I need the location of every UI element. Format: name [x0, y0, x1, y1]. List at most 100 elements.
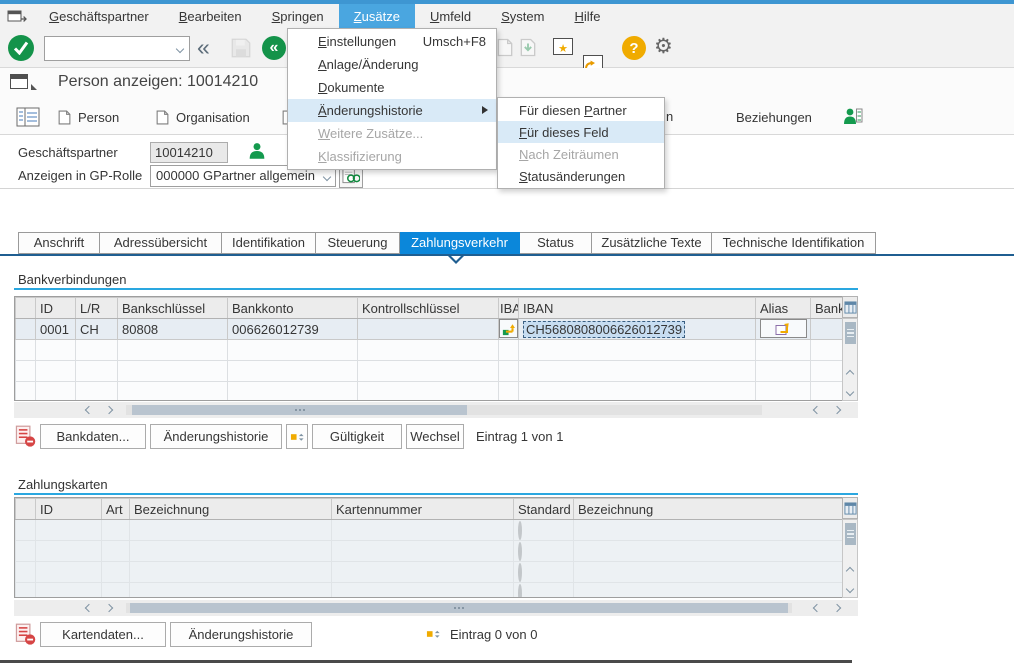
bankdaten-button[interactable]: Bankdaten...	[40, 424, 146, 449]
cell-lr[interactable]: CH	[76, 319, 118, 340]
cell-iban-button[interactable]	[499, 319, 519, 340]
tab-status[interactable]: Status	[520, 232, 592, 254]
scroll-right-button[interactable]	[100, 402, 118, 418]
tab-zusaetzliche-texte[interactable]: Zusätzliche Texte	[592, 232, 712, 254]
menu-item-einstellungen[interactable]: Einstellungen Umsch+F8	[288, 30, 496, 53]
favorites-window-button[interactable]: ★	[553, 38, 573, 55]
bank-empty-row[interactable]	[16, 382, 844, 402]
col-art[interactable]: Art	[102, 499, 130, 520]
col-alias[interactable]: Alias	[756, 298, 811, 319]
cell-bank[interactable]	[811, 319, 844, 340]
exit-button[interactable]: «	[262, 36, 286, 60]
tab-steuerung[interactable]: Steuerung	[316, 232, 400, 254]
standard-radio-cell[interactable]	[514, 562, 574, 583]
col-bezeichnung[interactable]: Bezeichnung	[130, 499, 332, 520]
covered-button-fragment[interactable]: n	[666, 109, 673, 124]
cell-id[interactable]: 0001	[36, 319, 76, 340]
row-selector-header[interactable]	[16, 499, 36, 520]
menu-system[interactable]: System	[486, 4, 559, 28]
scroll-down-button[interactable]	[847, 580, 853, 595]
menu-geschaeftspartner[interactable]: Geschäftspartner	[34, 4, 164, 28]
cell-bankschluessel[interactable]: 80808	[118, 319, 228, 340]
col-bankkonto[interactable]: Bankkonto	[228, 298, 358, 319]
organisation-button[interactable]: Organisation	[150, 105, 256, 129]
scroll-right-button-right-pane[interactable]	[828, 600, 846, 616]
col-iban-icon[interactable]: IBAN	[499, 298, 519, 319]
scroll-left-button[interactable]	[80, 402, 98, 418]
submenu-item-nach-zeitraeumen[interactable]: Nach Zeiträumen	[498, 143, 664, 165]
bank-horizontal-scrollbar[interactable]	[14, 402, 858, 418]
kartendaten-button[interactable]: Kartendaten...	[40, 622, 166, 647]
menu-zusaetze[interactable]: Zusätze	[339, 4, 415, 28]
back-button[interactable]: «	[197, 34, 210, 61]
radio-button[interactable]	[518, 563, 522, 582]
scrollbar-thumb[interactable]	[845, 523, 856, 545]
tab-identifikation[interactable]: Identifikation	[222, 232, 316, 254]
gp-number-field[interactable]: 10014210	[150, 142, 228, 163]
menu-item-anlage-aenderung[interactable]: Anlage/Änderung	[288, 53, 496, 76]
bank-sort-button[interactable]	[286, 424, 308, 449]
settings-gear-button[interactable]: ⚙	[654, 36, 673, 57]
scrollbar-thumb[interactable]	[845, 322, 856, 344]
tab-adressuebersicht[interactable]: Adressübersicht	[100, 232, 222, 254]
cards-aenderungshistorie-button[interactable]: Änderungshistorie	[170, 622, 312, 647]
cards-empty-row[interactable]	[16, 562, 844, 583]
cell-kontrollschluessel[interactable]	[358, 319, 499, 340]
col-bezeichnung-2[interactable]: Bezeichnung	[574, 499, 844, 520]
col-standard[interactable]: Standard	[514, 499, 574, 520]
scroll-left-button-right-pane[interactable]	[808, 402, 826, 418]
cards-empty-row[interactable]	[16, 583, 844, 599]
row-selector-header[interactable]	[16, 298, 36, 319]
submenu-item-fuer-diesen-partner[interactable]: Für diesen Partner	[498, 99, 664, 121]
chevron-down-icon[interactable]	[176, 45, 184, 53]
beziehungen-button[interactable]: Beziehungen	[730, 105, 818, 129]
menu-bearbeiten[interactable]: Bearbeiten	[164, 4, 257, 28]
menu-item-dokumente[interactable]: Dokumente	[288, 76, 496, 99]
cards-vertical-scrollbar[interactable]	[842, 519, 858, 598]
scroll-up-button[interactable]	[847, 365, 853, 380]
col-bank[interactable]: Bank	[811, 298, 844, 319]
col-kontrollschluessel[interactable]: Kontrollschlüssel	[358, 298, 499, 319]
command-field[interactable]	[44, 36, 190, 61]
cards-table-settings-button[interactable]	[842, 497, 858, 519]
print-button[interactable]	[497, 38, 513, 57]
standard-radio-cell[interactable]	[514, 541, 574, 562]
radio-button[interactable]	[518, 584, 522, 599]
menu-springen[interactable]: Springen	[257, 4, 339, 28]
save-button[interactable]	[231, 38, 251, 58]
col-bankschluessel[interactable]: Bankschlüssel	[118, 298, 228, 319]
scrollbar-thumb[interactable]	[130, 603, 788, 613]
scroll-up-button[interactable]	[847, 562, 853, 577]
services-for-object-button[interactable]	[10, 74, 40, 94]
system-menu-icon[interactable]	[0, 4, 34, 28]
bank-vertical-scrollbar[interactable]	[842, 318, 858, 401]
col-kartennummer[interactable]: Kartennummer	[332, 499, 514, 520]
col-id[interactable]: ID	[36, 298, 76, 319]
scrollbar-thumb[interactable]	[132, 405, 467, 415]
bank-empty-row[interactable]	[16, 340, 844, 361]
scroll-down-button[interactable]	[847, 383, 853, 398]
row-selector-cell[interactable]	[16, 319, 36, 340]
cell-bankkonto[interactable]: 006626012739	[228, 319, 358, 340]
cell-iban-value[interactable]: CH5680808006626012739	[519, 319, 756, 340]
enter-button[interactable]	[8, 35, 34, 61]
iban-selected-text[interactable]: CH5680808006626012739	[523, 321, 685, 338]
wechsel-button[interactable]: Wechsel	[406, 424, 464, 449]
submenu-item-statusaenderungen[interactable]: Statusänderungen	[498, 165, 664, 187]
cards-delete-row-button[interactable]	[14, 622, 36, 649]
tab-zahlungsverkehr[interactable]: Zahlungsverkehr	[400, 232, 520, 254]
menu-item-aenderungshistorie[interactable]: Änderungshistorie	[288, 99, 496, 122]
menu-umfeld[interactable]: Umfeld	[415, 4, 486, 28]
person-button[interactable]: Person	[52, 105, 125, 129]
cell-alias-button[interactable]	[756, 319, 811, 340]
scroll-right-button-right-pane[interactable]	[828, 402, 846, 418]
gueltigkeit-button[interactable]: Gültigkeit	[312, 424, 402, 449]
menu-item-weitere-zusaetze[interactable]: Weitere Zusätze...	[288, 122, 496, 145]
scroll-left-button-right-pane[interactable]	[808, 600, 826, 616]
menu-item-klassifizierung[interactable]: Klassifizierung	[288, 145, 496, 168]
bank-delete-row-button[interactable]	[14, 424, 36, 451]
cards-horizontal-scrollbar[interactable]	[14, 600, 858, 616]
scroll-left-button[interactable]	[80, 600, 98, 616]
download-button[interactable]	[520, 38, 536, 57]
col-id[interactable]: ID	[36, 499, 102, 520]
